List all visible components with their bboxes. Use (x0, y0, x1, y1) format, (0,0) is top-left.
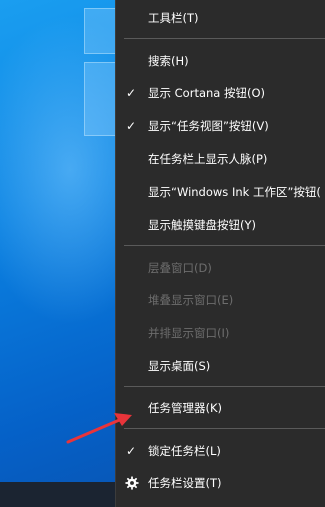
menu-item-lock-taskbar[interactable]: ✓ 锁定任务栏(L) (116, 438, 325, 464)
menu-item-search[interactable]: 搜索(H) (116, 48, 325, 74)
menu-item-label: 搜索(H) (148, 54, 189, 68)
menu-separator (124, 428, 325, 429)
menu-item-show-touch-keyboard[interactable]: 显示触摸键盘按钮(Y) (116, 212, 325, 238)
menu-item-show-ink-workspace[interactable]: 显示“Windows Ink 工作区”按钮( (116, 179, 325, 205)
windows-logo-pane (84, 62, 116, 136)
menu-item-label: 任务管理器(K) (148, 401, 223, 415)
menu-item-stacked-windows: 堆叠显示窗口(E) (116, 287, 325, 313)
menu-item-show-task-view[interactable]: ✓ 显示“任务视图”按钮(V) (116, 113, 325, 139)
menu-separator (124, 386, 325, 387)
checkmark-icon: ✓ (126, 86, 137, 100)
checkmark-icon: ✓ (126, 119, 137, 133)
menu-item-label: 显示桌面(S) (148, 359, 211, 373)
menu-separator (124, 38, 325, 39)
menu-item-label: 任务栏设置(T) (148, 476, 222, 490)
taskbar-context-menu: 工具栏(T) 搜索(H) ✓ 显示 Cortana 按钮(O) ✓ 显示“任务视… (115, 0, 325, 507)
menu-item-label: 层叠窗口(D) (148, 261, 212, 275)
red-arrow-icon (66, 413, 132, 444)
menu-item-show-people[interactable]: 在任务栏上显示人脉(P) (116, 146, 325, 172)
menu-item-label: 显示触摸键盘按钮(Y) (148, 218, 256, 232)
menu-item-label: 显示“任务视图”按钮(V) (148, 119, 269, 133)
menu-item-side-by-side-windows: 并排显示窗口(I) (116, 320, 325, 346)
menu-item-show-cortana[interactable]: ✓ 显示 Cortana 按钮(O) (116, 80, 325, 106)
menu-item-taskbar-settings[interactable]: 任务栏设置(T) (116, 470, 325, 496)
menu-item-label: 堆叠显示窗口(E) (148, 293, 234, 307)
menu-separator (124, 245, 325, 246)
gear-icon (125, 476, 139, 490)
menu-item-label: 并排显示窗口(I) (148, 326, 230, 340)
menu-item-label: 显示“Windows Ink 工作区”按钮( (148, 185, 321, 199)
menu-item-toolbars[interactable]: 工具栏(T) (116, 5, 325, 31)
menu-item-label: 显示 Cortana 按钮(O) (148, 86, 266, 100)
menu-item-show-desktop[interactable]: 显示桌面(S) (116, 353, 325, 379)
windows-logo-pane (84, 8, 116, 54)
menu-item-label: 工具栏(T) (148, 11, 199, 25)
menu-item-label: 锁定任务栏(L) (148, 444, 221, 458)
menu-item-task-manager[interactable]: 任务管理器(K) (116, 395, 325, 421)
menu-item-label: 在任务栏上显示人脉(P) (148, 152, 268, 166)
menu-item-cascade-windows: 层叠窗口(D) (116, 255, 325, 281)
